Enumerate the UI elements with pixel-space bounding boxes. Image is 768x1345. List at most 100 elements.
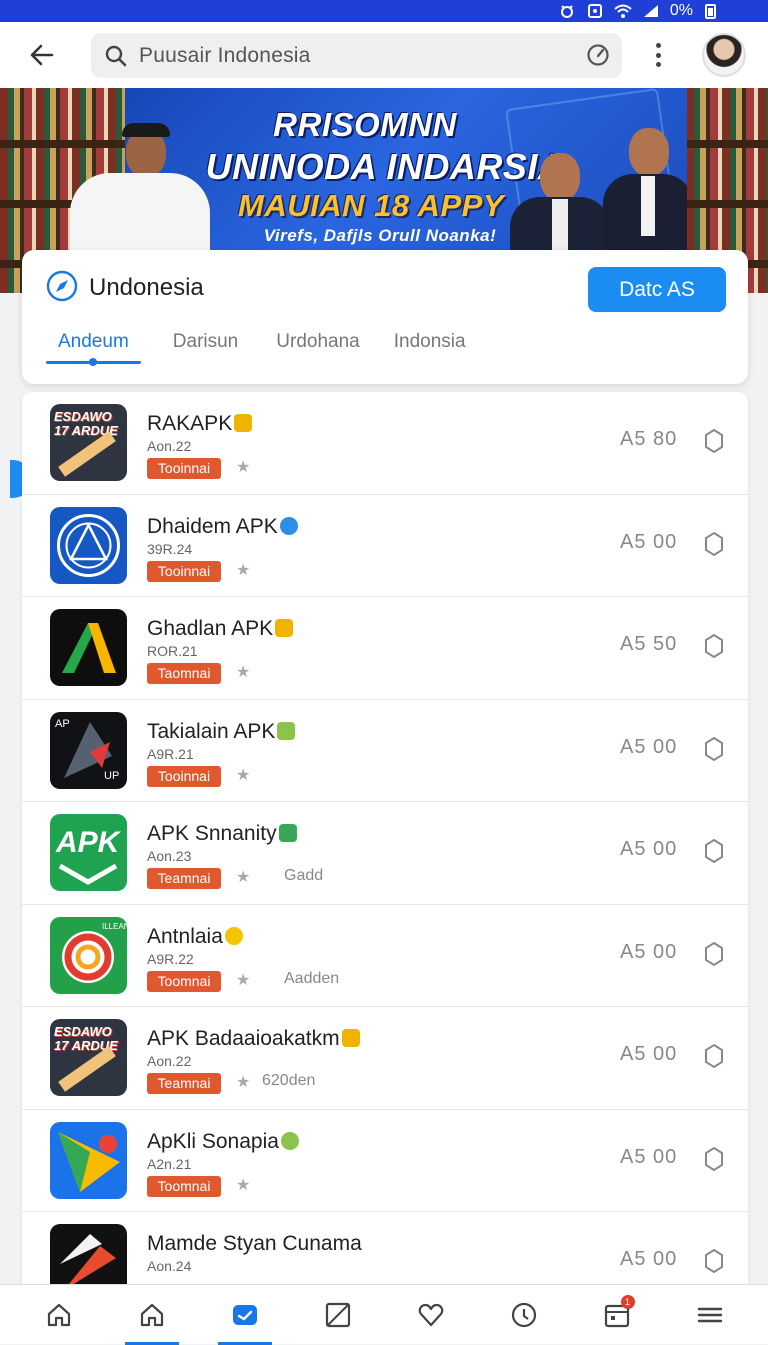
app-price: A5 00 <box>620 1043 678 1065</box>
verified-badge-icon <box>234 414 253 432</box>
app-name: Antnlaia <box>147 925 243 949</box>
app-version: A9R.21 <box>147 745 194 762</box>
nav-history[interactable] <box>489 1285 559 1345</box>
app-icon <box>50 506 127 584</box>
clock-icon <box>511 1302 536 1327</box>
shield-icon[interactable] <box>704 1043 724 1069</box>
star-icon[interactable]: ★ <box>236 765 250 785</box>
verified-badge-icon <box>279 516 298 535</box>
app-name: ApKli Sonapia <box>147 1130 299 1154</box>
search-bar[interactable]: Puusair Indonesia <box>91 33 622 78</box>
app-version: Aon.22 <box>147 1053 192 1069</box>
shield-icon[interactable] <box>704 428 724 454</box>
nav-menu[interactable] <box>675 1285 745 1345</box>
list-item[interactable]: APK APK Snnanity Aon.23 Teamnai ★ Gadd A… <box>22 802 748 905</box>
back-button[interactable] <box>0 22 84 88</box>
cta-button[interactable]: Datc AS <box>588 267 726 312</box>
list-item[interactable]: ApKli Sonapia A2n.21 Toomnai ★ A5 00 <box>22 1110 748 1212</box>
star-icon[interactable]: ★ <box>236 457 250 477</box>
category-tag: Teamnai <box>147 1073 221 1094</box>
shield-icon[interactable] <box>704 838 724 864</box>
app-name: RAKAPK <box>147 412 253 436</box>
category-tag: Taomnai <box>147 663 221 684</box>
avatar[interactable] <box>702 33 746 77</box>
search-input[interactable]: Puusair Indonesia <box>139 44 311 68</box>
tab-urdohana[interactable]: Urdohana <box>264 330 371 364</box>
shield-icon[interactable] <box>704 531 724 557</box>
app-icon: APK <box>50 814 127 891</box>
tab-bar: Andeum Darisun Urdohana Indonsia <box>46 330 478 366</box>
top-bar: Puusair Indonesia <box>0 22 768 88</box>
star-icon[interactable]: ★ <box>236 970 250 990</box>
app-extra: 620den <box>262 1072 316 1089</box>
tab-indonsia[interactable]: Indonsia <box>382 330 478 364</box>
list-item[interactable]: ESDAWO 17 ARDUE RAKAPK Aon.22 Tooinnai ★… <box>22 392 748 495</box>
app-price: A5 00 <box>620 1248 678 1270</box>
notification-badge: 1 <box>620 1294 635 1309</box>
app-icon: ESDAWO 17 ARDUE <box>50 1019 127 1096</box>
status-bar: 0% <box>0 0 768 22</box>
list-item[interactable]: Ghadlan APK ROR.21 Taomnai ★ A5 50 <box>22 597 748 700</box>
shield-icon[interactable] <box>704 1146 724 1172</box>
app-version: A2n.21 <box>147 1155 192 1172</box>
speedometer-icon[interactable] <box>586 43 610 67</box>
shield-icon[interactable] <box>704 736 724 762</box>
list-item[interactable]: ILLEAN Antnlaia A9R.22 Toomnai ★ Aadden … <box>22 905 748 1007</box>
back-arrow-icon <box>30 44 54 66</box>
home-outline-icon <box>47 1303 70 1326</box>
app-icon-text: APK <box>56 826 120 859</box>
app-version: A9R.22 <box>147 950 194 967</box>
image-icon <box>325 1302 350 1327</box>
app-icon: ILLEAN <box>50 916 127 994</box>
list-item[interactable]: AP UP Takialain APK A9R.21 Tooinnai ★ A5… <box>22 700 748 802</box>
app-icon <box>50 1224 127 1284</box>
verified-badge-icon <box>277 721 296 740</box>
app-version: 39R.24 <box>147 540 193 557</box>
battery-percent: 0% <box>669 2 693 19</box>
nav-inbox[interactable] <box>210 1285 280 1345</box>
nfc-icon <box>586 4 604 18</box>
star-icon[interactable]: ★ <box>236 560 250 580</box>
app-icon <box>50 1121 127 1199</box>
battery-icon <box>705 3 716 19</box>
app-list: ESDAWO 17 ARDUE RAKAPK Aon.22 Tooinnai ★… <box>22 392 748 1284</box>
compass-icon <box>46 270 78 302</box>
nav-image[interactable] <box>303 1285 373 1345</box>
verified-badge-icon <box>224 926 243 945</box>
signal-icon <box>642 4 660 18</box>
more-options-icon[interactable] <box>644 40 672 70</box>
list-item[interactable]: ESDAWO 17 ARDUE APK Badaaioakatkm Aon.22… <box>22 1007 748 1110</box>
shield-icon[interactable] <box>704 941 724 967</box>
star-icon[interactable]: ★ <box>236 867 250 887</box>
star-icon[interactable]: ★ <box>236 662 250 682</box>
category-tag: Toomnai <box>147 970 221 992</box>
app-price: A5 50 <box>620 633 678 655</box>
star-icon[interactable]: ★ <box>236 1072 250 1092</box>
verified-badge-icon <box>278 824 297 842</box>
list-item[interactable]: Mamde Styan Cunama Aon.24 A5 00 <box>22 1212 748 1284</box>
verified-badge-icon <box>341 1029 360 1047</box>
category-tag: Tooinnai <box>147 765 221 787</box>
nav-favorites[interactable] <box>396 1285 466 1345</box>
nav-home-outline[interactable] <box>24 1285 94 1345</box>
tab-darisun[interactable]: Darisun <box>161 330 250 364</box>
app-icon-text: ESDAWO 17 ARDUE <box>54 1024 118 1053</box>
shield-icon[interactable] <box>704 1248 724 1274</box>
verified-badge-icon <box>275 619 294 637</box>
app-name: Mamde Styan Cunama <box>147 1232 362 1255</box>
app-icon: AP UP <box>50 711 127 789</box>
nav-home[interactable] <box>117 1285 187 1345</box>
region-card: Undonesia Datc AS Andeum Darisun Urdohan… <box>22 250 748 384</box>
star-icon[interactable]: ★ <box>236 1175 250 1195</box>
alarm-icon <box>558 4 576 18</box>
app-price: A5 00 <box>620 838 678 860</box>
verified-badge-icon <box>280 1131 299 1150</box>
app-icon-text: ILLEAN <box>102 921 127 931</box>
nav-calendar[interactable]: 1 <box>582 1285 652 1345</box>
app-extra: Aadden <box>284 969 340 987</box>
list-item[interactable]: Dhaidem APK 39R.24 Tooinnai ★ A5 00 <box>22 495 748 597</box>
app-icon-text: ESDAWO 17 ARDUE <box>54 409 118 438</box>
shield-icon[interactable] <box>704 633 724 659</box>
tab-andeum[interactable]: Andeum <box>46 330 141 366</box>
bottom-nav: 1 <box>0 1284 768 1345</box>
